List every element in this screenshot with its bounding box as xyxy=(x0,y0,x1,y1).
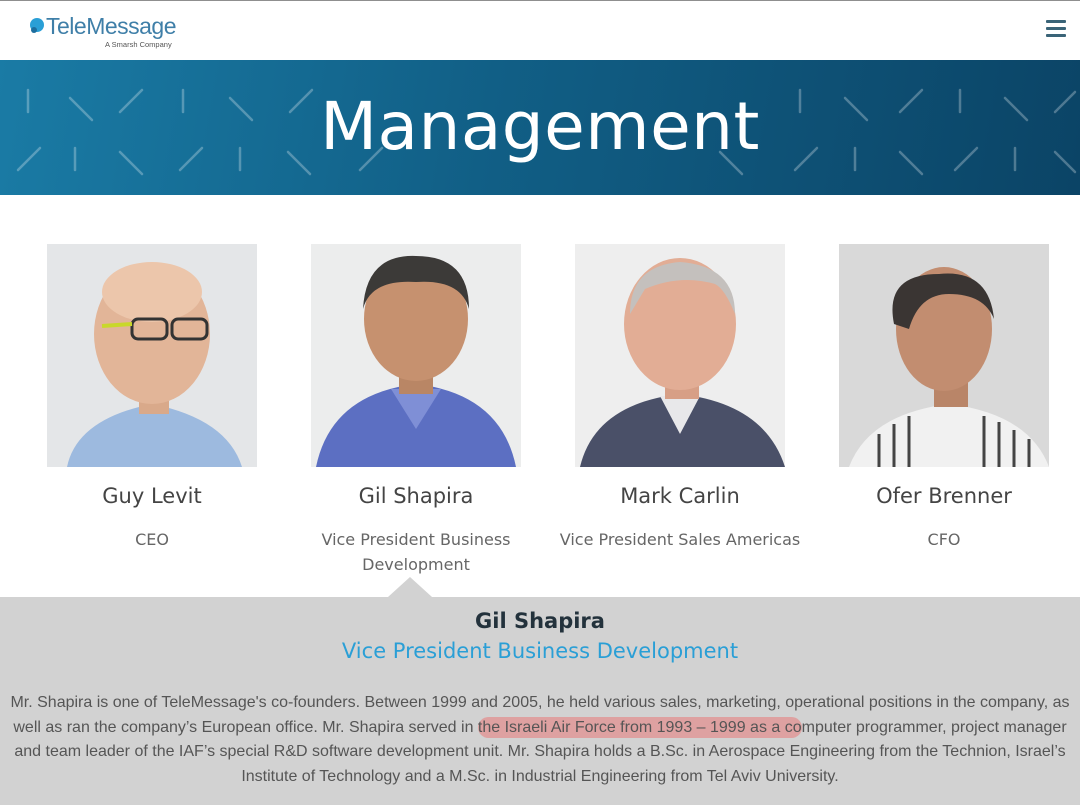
detail-bio: Mr. Shapira is one of TeleMessage's co-f… xyxy=(8,691,1072,789)
telemessage-logo[interactable]: TeleMessage A Smarsh Company xyxy=(28,13,188,53)
team-member-card[interactable]: Ofer Brenner CFO xyxy=(839,244,1049,549)
member-name: Guy Levit xyxy=(102,484,202,508)
logo-bubble-icon xyxy=(30,18,44,33)
member-role: CFO xyxy=(927,530,961,549)
member-photo[interactable] xyxy=(839,244,1049,467)
hero-banner: Management xyxy=(0,60,1080,195)
member-name: Gil Shapira xyxy=(358,484,474,508)
page-title: Management xyxy=(320,88,760,165)
hamburger-menu-icon[interactable] xyxy=(1046,20,1068,38)
member-name: Ofer Brenner xyxy=(876,484,1012,508)
member-photo[interactable] xyxy=(311,244,521,467)
site-header: TeleMessage A Smarsh Company xyxy=(0,0,1080,60)
bio-highlight: the Israeli Air Force from 1993 – 1999 a… xyxy=(477,716,802,738)
member-photo[interactable] xyxy=(47,244,257,467)
team-member-card[interactable]: Guy Levit CEO xyxy=(47,244,257,549)
detail-name: Gil Shapira xyxy=(475,609,605,633)
detail-role: Vice President Business Development xyxy=(341,639,739,663)
team-member-card[interactable]: Gil Shapira Vice President Business Deve… xyxy=(311,244,521,574)
member-photo[interactable] xyxy=(575,244,785,467)
member-name: Mark Carlin xyxy=(620,484,740,508)
member-role: Vice President Business Development xyxy=(321,530,511,574)
member-detail-panel: Gil Shapira Vice President Business Deve… xyxy=(0,597,1080,805)
logo-text: TeleMessage xyxy=(46,13,177,39)
member-role: CEO xyxy=(135,530,169,549)
team-member-card[interactable]: Mark Carlin Vice President Sales America… xyxy=(560,244,800,549)
member-role: Vice President Sales Americas xyxy=(559,530,801,549)
detail-pointer xyxy=(388,577,432,597)
logo-tagline: A Smarsh Company xyxy=(105,40,172,49)
